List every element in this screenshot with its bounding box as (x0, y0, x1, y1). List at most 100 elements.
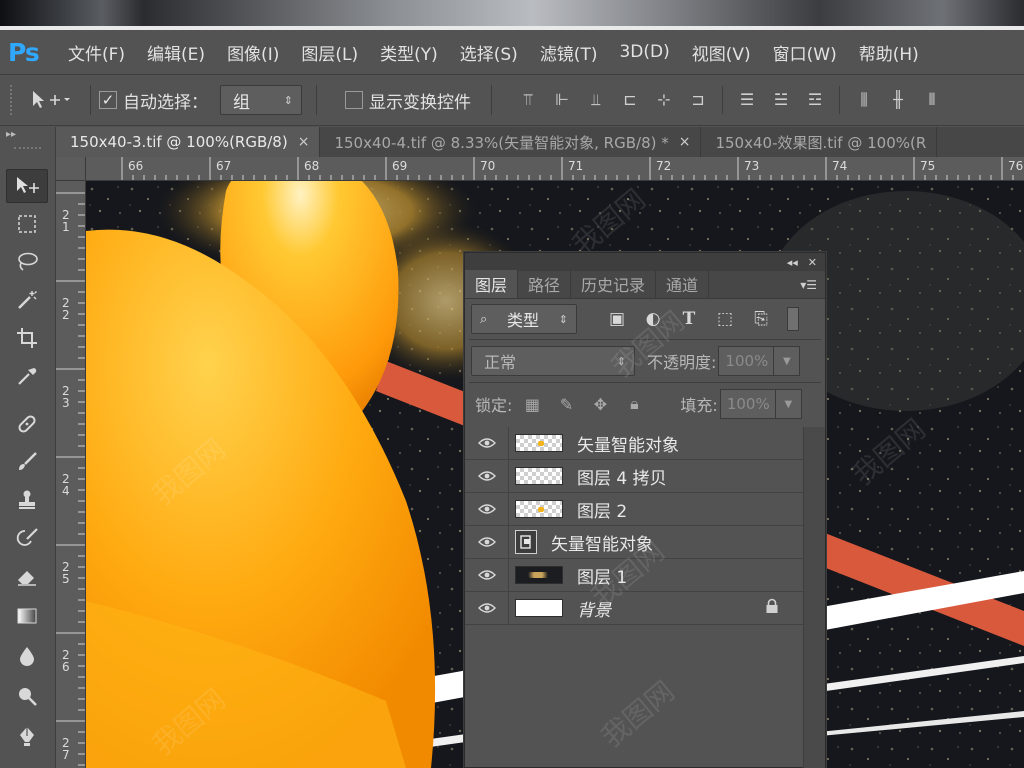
distribute-top-icon[interactable]: ☰ (737, 90, 757, 110)
menu-window[interactable]: 窗口(W) (773, 40, 837, 65)
menu-help[interactable]: 帮助(H) (859, 40, 919, 65)
menu-file[interactable]: 文件(F) (68, 40, 125, 65)
lock-all-icon[interactable]: 🔒︎ (624, 394, 644, 414)
align-bottom-icon[interactable]: ⫫ (586, 90, 606, 110)
layer-row[interactable]: 背景 (465, 591, 803, 625)
menu-type[interactable]: 类型(Y) (380, 40, 438, 65)
document-tab-3[interactable]: 150x40-效果图.tif @ 100%(R (701, 127, 938, 157)
magic-wand-tool-button[interactable] (6, 283, 48, 317)
pixel-layer-filter-icon[interactable]: ▣ (607, 309, 627, 329)
tab-paths[interactable]: 路径 (518, 270, 572, 298)
lock-transparent-pixels-icon[interactable]: ▦ (522, 395, 542, 414)
distribute-left-icon[interactable]: ⫼ (854, 90, 874, 110)
tab-channels[interactable]: 通道 (656, 270, 710, 298)
menu-layer[interactable]: 图层(L) (301, 40, 358, 65)
tool-preset-picker[interactable] (30, 89, 70, 111)
eye-icon (477, 438, 496, 448)
chevron-down-icon[interactable]: ▼ (775, 389, 802, 419)
blend-row: 正常 ⇕ 不透明度: 100% ▼ (465, 340, 825, 382)
dodge-tool-button[interactable] (6, 679, 48, 713)
layer-filter-dropdown[interactable]: ⌕ 类型 ⇕ (471, 304, 577, 334)
crop-tool-button[interactable] (6, 321, 48, 355)
tools-panel-grip[interactable] (14, 147, 41, 155)
type-layer-filter-icon[interactable]: T (679, 309, 699, 329)
visibility-eye-icon[interactable] (465, 459, 509, 493)
tab-history[interactable]: 历史记录 (571, 270, 657, 298)
move-tool-button[interactable] (6, 169, 48, 203)
distribute-right-icon[interactable]: ⫴ (922, 90, 942, 110)
align-vertical-center-icon[interactable]: ⊩ (552, 90, 572, 110)
smart-object-icon (515, 530, 537, 554)
history-brush-tool-button[interactable] (6, 521, 48, 555)
layer-row[interactable]: 图层 1 (465, 558, 803, 592)
layer-name: 矢量智能对象 (551, 534, 653, 555)
align-top-icon[interactable]: ⫪ (518, 90, 538, 110)
menu-filter[interactable]: 滤镜(T) (540, 40, 598, 65)
layer-list-scrollbar[interactable] (803, 427, 825, 768)
document-tab-2[interactable]: 150x40-4.tif @ 8.33%(矢量智能对象, RGB/8) * × (320, 127, 702, 157)
distribute-horizontal-center-icon[interactable]: ╫ (888, 90, 908, 110)
lock-position-icon[interactable]: ✥ (590, 395, 610, 414)
auto-select-checkbox[interactable] (99, 91, 117, 109)
smart-object-filter-icon[interactable]: ⎘ (751, 309, 771, 329)
visibility-eye-icon[interactable] (465, 492, 509, 526)
opacity-input[interactable]: 100% (718, 346, 775, 376)
collapse-panel-icon[interactable]: ▸▸ (0, 127, 55, 145)
panel-menu-icon[interactable]: ▾☰ (800, 278, 817, 292)
options-bar: 自动选择： 组 ⇕ 显示变换控件 ⫪ ⊩ ⫫ ⊏ ⊹ ⊐ ☰ ☱ ☲ ⫼ ╫ ⫴ (0, 74, 1024, 126)
lock-image-pixels-icon[interactable]: ✎ (556, 395, 576, 414)
gradient-tool-button[interactable] (6, 599, 48, 633)
menu-image[interactable]: 图像(I) (227, 40, 279, 65)
chevron-down-icon[interactable]: ▼ (774, 346, 801, 376)
show-transform-checkbox[interactable] (345, 91, 363, 109)
filter-toggle-switch[interactable] (787, 307, 799, 331)
brush-tool-button[interactable] (6, 445, 48, 479)
align-right-icon[interactable]: ⊐ (688, 90, 708, 110)
layer-thumbnail (515, 467, 563, 485)
menu-3d[interactable]: 3D(D) (619, 42, 669, 62)
close-icon[interactable]: × (298, 134, 310, 150)
clone-stamp-tool-button[interactable] (6, 483, 48, 517)
menu-edit[interactable]: 编辑(E) (147, 40, 205, 65)
distribute-bottom-icon[interactable]: ☲ (805, 90, 825, 110)
document-tab-1[interactable]: 150x40-3.tif @ 100%(RGB/8) × (56, 127, 321, 157)
pen-tool-button[interactable] (6, 719, 48, 753)
auto-select-dropdown[interactable]: 组 ⇕ (220, 85, 302, 115)
layer-row[interactable]: 图层 2 (465, 492, 803, 526)
ruler-v-label: 27 (62, 736, 70, 762)
shape-layer-filter-icon[interactable]: ⬚ (715, 309, 735, 329)
layer-row[interactable]: 矢量智能对象 (465, 426, 803, 460)
layer-row[interactable]: 图层 4 拷贝 (465, 459, 803, 493)
close-icon[interactable]: × (679, 134, 691, 150)
eraser-tool-button[interactable] (6, 559, 48, 593)
close-panel-icon[interactable]: ✕ (808, 256, 817, 269)
visibility-eye-icon[interactable] (465, 591, 509, 625)
align-horizontal-center-icon[interactable]: ⊹ (654, 90, 674, 110)
visibility-eye-icon[interactable] (465, 525, 509, 559)
lock-row: 锁定: ▦ ✎ ✥ 🔒︎ 填充: 100% ▼ (465, 383, 825, 425)
thumbnail-content (538, 507, 544, 512)
visibility-eye-icon[interactable] (465, 558, 509, 592)
blend-mode-dropdown[interactable]: 正常 ⇕ (471, 346, 635, 376)
healing-brush-tool-button[interactable] (6, 407, 48, 441)
vertical-ruler[interactable]: 21 22 23 24 25 26 27 (56, 181, 86, 768)
distribute-vertical-center-icon[interactable]: ☱ (771, 90, 791, 110)
menu-select[interactable]: 选择(S) (460, 40, 518, 65)
blur-tool-button[interactable] (6, 639, 48, 673)
options-bar-grip[interactable] (10, 85, 16, 115)
visibility-eye-icon[interactable] (465, 426, 509, 460)
horizontal-ruler[interactable]: 66 67 68 69 70 71 72 73 74 75 76 (86, 157, 1024, 181)
collapse-panel-icon[interactable]: ◂◂ (787, 256, 798, 269)
menu-view[interactable]: 视图(V) (692, 40, 751, 65)
marquee-tool-button[interactable] (6, 207, 48, 241)
auto-select-value: 组 (233, 92, 250, 113)
eyedropper-tool-button[interactable] (6, 359, 48, 393)
ruler-origin[interactable] (56, 157, 86, 181)
adjustment-layer-filter-icon[interactable]: ◐ (643, 309, 663, 329)
align-left-icon[interactable]: ⊏ (620, 90, 640, 110)
layer-row[interactable]: 矢量智能对象 (465, 525, 803, 559)
fill-input[interactable]: 100% (719, 389, 776, 419)
lasso-tool-button[interactable] (6, 245, 48, 279)
tab-layers[interactable]: 图层 (465, 270, 519, 298)
eye-icon (477, 570, 496, 580)
